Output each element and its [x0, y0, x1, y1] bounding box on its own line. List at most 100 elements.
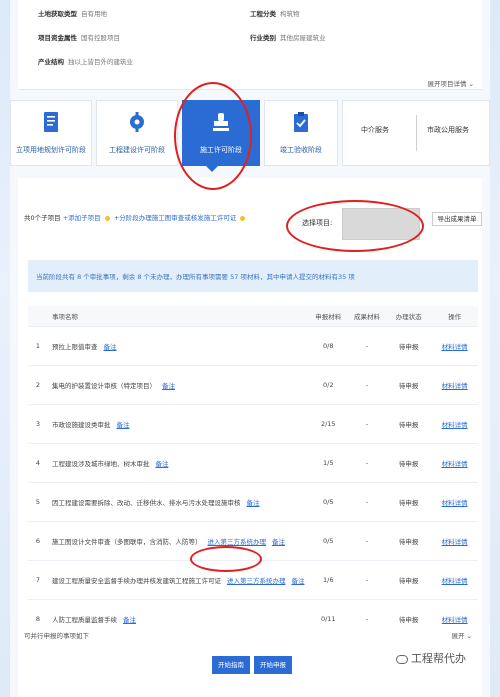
note-link[interactable]: 备注: [116, 421, 129, 429]
third-party-system-link[interactable]: 进入第三方系统办理: [207, 538, 266, 546]
table-row: 6 施工图设计文件审查（多图联审，含消防、人防等） 进入第三方系统办理 备注 0/5- 待…: [28, 520, 478, 560]
material-details-link[interactable]: 材料详情: [442, 538, 468, 546]
material-details-link[interactable]: 材料详情: [442, 499, 468, 507]
operation-cell: 材料详情: [431, 481, 478, 521]
info-row-category: 工程分类 构筑物: [250, 10, 300, 18]
result-materials-cell: -: [348, 481, 386, 521]
subproject-count: 共0个子项目: [24, 214, 61, 222]
row-index: 1: [28, 325, 48, 365]
intermediary-service-link[interactable]: 中介服务: [361, 125, 389, 135]
item-name: 因工程建设需要拆除、改动、迁移供水、排水与污水处理设施审核: [51, 498, 241, 507]
stage-label: 施工许可阶段: [200, 146, 242, 154]
status-cell: 待申报: [385, 598, 432, 638]
approval-items-table: 事项名称 申报材料 成果材料 办理状态 操作 1 预拉上限值审查 备注 0/8- 待申报…: [28, 306, 478, 638]
apply-materials-cell: 0/8: [308, 325, 349, 365]
note-link[interactable]: 备注: [162, 382, 175, 390]
row-index: 4: [28, 442, 48, 482]
table-row: 1 预拉上限值审查 备注 0/8- 待申报 材料详情: [28, 325, 478, 365]
info-row-industry: 行业类别 其他房屋建筑业: [250, 34, 326, 42]
start-guide-button[interactable]: 开始指南: [212, 656, 250, 674]
subproject-bar: 共0个子项目 +添加子项目 +分阶段办理施工图审查或核发施工许可证: [24, 212, 247, 222]
add-subproject-link[interactable]: +添加子项目: [63, 214, 101, 222]
table-row: 8 人防工程质量监督手续 备注 0/11- 待申报 材料详情: [28, 598, 478, 638]
note-link[interactable]: 备注: [103, 343, 116, 351]
header-item-name: 事项名称: [51, 312, 78, 321]
operation-cell: 材料详情: [431, 364, 478, 404]
table-row: 5 因工程建设需要拆除、改动、迁移供水、排水与污水处理设施审核 备注 0/5- 待申报材…: [28, 481, 478, 521]
expand-project-details-link[interactable]: 展开项目详情 ⌄: [427, 78, 474, 88]
result-materials-cell: -: [348, 520, 386, 560]
third-party-system-link[interactable]: 进入第三方系统办理: [227, 577, 286, 585]
table-row: 4 工程建设涉及城市绿地、树木审批 备注 1/5- 待申报 材料详情: [28, 442, 478, 482]
expand-parallel-link[interactable]: 展开 ⌄: [451, 630, 472, 640]
apply-materials-cell: 0/5: [308, 481, 349, 521]
item-name-cell: 施工图设计文件审查（多图联审，含消防、人防等） 进入第三方系统办理 备注: [47, 520, 309, 560]
item-name: 施工图设计文件审查（多图联审，含消防、人防等）: [51, 537, 202, 546]
status-cell: 待申报: [385, 559, 432, 599]
table-row: 2 集电的护装置设计审核（特定项目） 备注 0/2- 待申报 材料详情: [28, 364, 478, 404]
result-materials-cell: -: [348, 403, 386, 443]
select-project-dropdown[interactable]: [342, 208, 420, 240]
info-row-funding: 项目资金属性 国有控股项目: [38, 34, 120, 42]
main-panel: 共0个子项目 +添加子项目 +分阶段办理施工图审查或核发施工许可证 选择项目: …: [18, 178, 482, 697]
note-link[interactable]: 备注: [246, 499, 259, 507]
tab-stage-construction-permit[interactable]: 施工许可阶段: [182, 100, 260, 166]
table-header: 事项名称 申报材料 成果材料 办理状态 操作: [28, 306, 478, 326]
status-cell: 待申报: [385, 520, 432, 560]
apply-materials-cell: 0/2: [308, 364, 349, 404]
phased-permit-link[interactable]: +分阶段办理施工图审查或核发施工许可证: [114, 214, 236, 222]
item-name-cell: 集电的护装置设计审核（特定项目） 备注: [47, 364, 309, 404]
material-details-link[interactable]: 材料详情: [442, 616, 468, 624]
parallel-items-label: 可并行申报的事项如下: [24, 632, 89, 640]
item-name-cell: 因工程建设需要拆除、改动、迁移供水、排水与污水处理设施审核 备注: [47, 481, 309, 521]
apply-materials-cell: 1/6: [308, 559, 349, 599]
start-apply-button[interactable]: 开始申报: [254, 656, 292, 674]
tab-stage-land-planning[interactable]: 立项用地规划许可阶段: [10, 100, 92, 166]
item-name: 预拉上限值审查: [51, 342, 98, 351]
material-details-link[interactable]: 材料详情: [442, 382, 468, 390]
material-details-link[interactable]: 材料详情: [442, 343, 468, 351]
apply-materials-cell: 0/5: [308, 520, 349, 560]
note-link[interactable]: 备注: [272, 538, 285, 546]
item-name-cell: 工程建设涉及城市绿地、树木审批 备注: [47, 442, 309, 482]
header-status: 办理状态: [395, 312, 422, 321]
row-index: 3: [28, 403, 48, 443]
material-details-link[interactable]: 材料详情: [442, 460, 468, 468]
header-result-materials: 成果材料: [353, 312, 380, 321]
status-cell: 待申报: [385, 403, 432, 443]
note-link[interactable]: 备注: [291, 577, 304, 585]
watermark: 工程帮代办: [396, 650, 466, 666]
note-link[interactable]: 备注: [155, 460, 168, 468]
item-name: 工程建设涉及城市绿地、树木审批: [51, 459, 150, 468]
operation-cell: 材料详情: [431, 403, 478, 443]
row-index: 7: [28, 559, 48, 599]
help-dot-icon: [104, 215, 110, 221]
export-results-button[interactable]: 导出成果清单: [432, 212, 482, 226]
note-link[interactable]: 备注: [123, 616, 136, 624]
item-name-cell: 市政设施建设类审批 备注: [47, 403, 309, 443]
item-name: 人防工程质量监督手续: [51, 615, 117, 624]
stage-label: 工程建设许可阶段: [109, 146, 165, 154]
action-buttons: 开始指南 开始申报: [212, 656, 296, 674]
stage-label: 竣工验收阶段: [280, 146, 322, 154]
tab-stage-construction-planning[interactable]: 工程建设许可阶段: [96, 100, 178, 166]
project-info-panel: 土地获取类型 自有用地 工程分类 构筑物 项目资金属性 国有控股项目 行业类别 其他房屋…: [18, 0, 482, 90]
tab-stage-completion-acceptance[interactable]: 竣工验收阶段: [264, 100, 338, 166]
stage-tabs: 立项用地规划许可阶段 工程建设许可阶段 施工许可阶段 竣工验收阶段 中介服务 市…: [10, 100, 490, 166]
material-details-link[interactable]: 材料详情: [442, 421, 468, 429]
result-materials-cell: -: [348, 598, 386, 638]
clipboard-check-icon: [294, 112, 308, 132]
municipal-service-link[interactable]: 市政公用服务: [427, 125, 469, 135]
select-project: 选择项目:: [296, 204, 426, 244]
item-name: 建设工程质量安全监督手续办理并核发建筑工程施工许可证: [51, 576, 221, 585]
row-index: 6: [28, 520, 48, 560]
result-materials-cell: -: [348, 364, 386, 404]
material-details-link[interactable]: 材料详情: [442, 577, 468, 585]
item-name-cell: 建设工程质量安全监督手续办理并核发建筑工程施工许可证 进入第三方系统办理 备注: [47, 559, 309, 599]
wechat-icon: [396, 654, 408, 664]
status-cell: 待申报: [385, 364, 432, 404]
status-cell: 待申报: [385, 325, 432, 365]
service-tabs: 中介服务 市政公用服务: [342, 100, 490, 166]
stage-label: 立项用地规划许可阶段: [16, 146, 86, 154]
result-materials-cell: -: [348, 442, 386, 482]
